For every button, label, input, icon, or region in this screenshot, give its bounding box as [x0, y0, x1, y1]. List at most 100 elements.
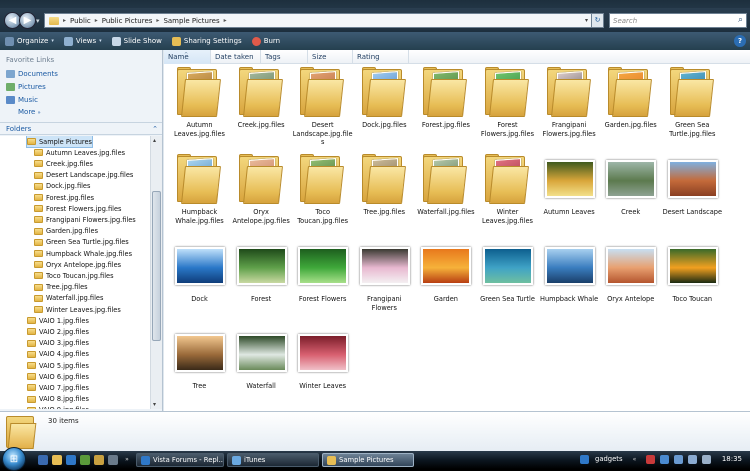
picture-tile[interactable]: Frangipani Flowers: [354, 238, 415, 324]
refresh-button[interactable]: ↻: [591, 13, 604, 28]
folder-tile[interactable]: Forest Flowers.jpg.files: [477, 64, 538, 150]
folder-tree-item[interactable]: Oryx Antelope.jpg.files: [34, 259, 121, 270]
folder-tree-item[interactable]: VAIO 4.jpg.files: [27, 349, 89, 360]
scrollbar-thumb[interactable]: [152, 191, 161, 341]
address-bar[interactable]: ▸ Public ▸ Public Pictures ▸ Sample Pict…: [44, 13, 602, 28]
folder-tree-item[interactable]: VAIO 1.jpg.files: [27, 315, 89, 326]
folder-tile[interactable]: Desert Landscape.jpg.files: [292, 64, 353, 150]
address-dropdown-icon[interactable]: ▾: [585, 17, 588, 24]
quicklaunch-media-icon[interactable]: [80, 455, 90, 465]
picture-tile[interactable]: Autumn Leaves: [539, 151, 600, 237]
picture-tile[interactable]: Waterfall: [231, 325, 292, 411]
search-box[interactable]: Search ⌕: [609, 13, 747, 28]
folder-tree-item[interactable]: Frangipani Flowers.jpg.files: [34, 214, 136, 225]
folder-tile[interactable]: Toco Toucan.jpg.files: [292, 151, 353, 237]
favorite-music[interactable]: Music: [6, 96, 38, 104]
folder-tile[interactable]: Humpback Whale.jpg.files: [169, 151, 230, 237]
start-button[interactable]: ⊞: [2, 447, 26, 471]
forward-button[interactable]: ▶: [19, 12, 36, 29]
folder-tree-item[interactable]: Winter Leaves.jpg.files: [34, 304, 121, 315]
security-alert-icon[interactable]: [646, 455, 655, 464]
language-icon[interactable]: [702, 455, 711, 464]
quicklaunch-explorer-icon[interactable]: [52, 455, 62, 465]
breadcrumb-sample-pictures[interactable]: Sample Pictures: [159, 17, 223, 25]
picture-tile[interactable]: Winter Leaves: [292, 325, 353, 411]
folder-tile[interactable]: Autumn Leaves.jpg.files: [169, 64, 230, 150]
folder-tree-item[interactable]: VAIO 5.jpg.files: [27, 360, 89, 371]
scroll-down-icon[interactable]: ▾: [153, 401, 156, 408]
picture-tile[interactable]: Humpback Whale: [539, 238, 600, 324]
slideshow-button[interactable]: Slide Show: [107, 36, 167, 46]
search-icon[interactable]: ⌕: [738, 15, 743, 25]
folder-tile[interactable]: Green Sea Turtle.jpg.files: [662, 64, 723, 150]
column-size[interactable]: Size: [308, 50, 353, 64]
column-rating[interactable]: Rating: [353, 50, 409, 64]
quicklaunch-ie-icon[interactable]: [66, 455, 76, 465]
folder-tree-item[interactable]: Humpback Whale.jpg.files: [34, 248, 132, 259]
picture-tile[interactable]: Tree: [169, 325, 230, 411]
quicklaunch-folder-icon[interactable]: [94, 455, 104, 465]
folder-tile[interactable]: Garden.jpg.files: [600, 64, 661, 150]
picture-tile[interactable]: Desert Landscape: [662, 151, 723, 237]
folder-tile[interactable]: Oryx Antelope.jpg.files: [231, 151, 292, 237]
folder-tile[interactable]: Creek.jpg.files: [231, 64, 292, 150]
breadcrumb-separator[interactable]: ▸: [224, 17, 227, 24]
folder-tree-scrollbar[interactable]: ▴ ▾: [150, 136, 162, 409]
quicklaunch-overflow-icon[interactable]: »: [122, 455, 132, 465]
picture-tile[interactable]: Oryx Antelope: [600, 238, 661, 324]
picture-tile[interactable]: Green Sea Turtle: [477, 238, 538, 324]
organize-button[interactable]: Organize ▾: [0, 36, 59, 46]
scroll-up-icon[interactable]: ▴: [153, 137, 156, 144]
folder-tree-item[interactable]: Garden.jpg.files: [34, 226, 98, 237]
burn-button[interactable]: Burn: [247, 36, 285, 46]
folder-tile[interactable]: Winter Leaves.jpg.files: [477, 151, 538, 237]
gadgets-sidebar-icon[interactable]: [580, 455, 589, 464]
column-tags[interactable]: Tags: [261, 50, 308, 64]
folder-tree-item[interactable]: VAIO 3.jpg.files: [27, 338, 89, 349]
folder-tree-item[interactable]: Forest.jpg.files: [34, 192, 94, 203]
picture-tile[interactable]: Forest: [231, 238, 292, 324]
picture-tile[interactable]: Creek: [600, 151, 661, 237]
shield-icon[interactable]: [674, 455, 683, 464]
folders-header[interactable]: Folders ⌃: [0, 122, 162, 135]
folder-tree-item[interactable]: Sample Pictures: [26, 136, 93, 148]
breadcrumb-public[interactable]: Public: [66, 17, 95, 25]
clock[interactable]: 18:35: [722, 455, 742, 463]
quicklaunch-switch-icon[interactable]: [108, 455, 118, 465]
folder-tree-item[interactable]: Tree.jpg.files: [34, 282, 88, 293]
folder-tree-item[interactable]: VAIO 8.jpg.files: [27, 394, 89, 405]
taskbar-button[interactable]: Vista Forums - Repl...: [136, 453, 224, 467]
folder-tile[interactable]: Forest.jpg.files: [415, 64, 476, 150]
folder-tile[interactable]: Frangipani Flowers.jpg.files: [539, 64, 600, 150]
picture-tile[interactable]: Garden: [415, 238, 476, 324]
volume-icon[interactable]: [688, 455, 697, 464]
more-links-button[interactable]: More »: [18, 108, 41, 116]
folder-tree-item[interactable]: Forest Flowers.jpg.files: [34, 203, 121, 214]
folder-tile[interactable]: Tree.jpg.files: [354, 151, 415, 237]
chevron-left-icon[interactable]: «: [630, 455, 639, 464]
folder-tree-item[interactable]: Toco Toucan.jpg.files: [34, 270, 114, 281]
folder-tree-item[interactable]: VAIO 7.jpg.files: [27, 382, 89, 393]
taskbar-button[interactable]: iTunes: [227, 453, 319, 467]
folder-tile[interactable]: Dock.jpg.files: [354, 64, 415, 150]
folder-tree-item[interactable]: VAIO 6.jpg.files: [27, 371, 89, 382]
column-date-taken[interactable]: Date taken: [211, 50, 261, 64]
picture-tile[interactable]: Forest Flowers: [292, 238, 353, 324]
views-button[interactable]: Views ▾: [59, 36, 107, 46]
folder-tree-item[interactable]: Creek.jpg.files: [34, 158, 93, 169]
folder-tree-item[interactable]: Waterfall.jpg.files: [34, 293, 103, 304]
folder-tree-item[interactable]: Desert Landscape.jpg.files: [34, 170, 133, 181]
favorite-documents[interactable]: Documents: [6, 70, 58, 78]
picture-tile[interactable]: Toco Toucan: [662, 238, 723, 324]
folder-tree-item[interactable]: VAIO 9.jpg.files: [27, 405, 89, 409]
picture-tile[interactable]: Dock: [169, 238, 230, 324]
folder-tree-item[interactable]: Autumn Leaves.jpg.files: [34, 147, 125, 158]
gadgets-label[interactable]: gadgets: [595, 455, 623, 463]
folder-tile[interactable]: Waterfall.jpg.files: [415, 151, 476, 237]
favorite-pictures[interactable]: Pictures: [6, 83, 46, 91]
history-dropdown[interactable]: ▾: [36, 17, 40, 25]
network-icon[interactable]: [660, 455, 669, 464]
quicklaunch-desktop-icon[interactable]: [38, 455, 48, 465]
breadcrumb-public-pictures[interactable]: Public Pictures: [98, 17, 157, 25]
taskbar-button[interactable]: Sample Pictures: [322, 453, 414, 467]
